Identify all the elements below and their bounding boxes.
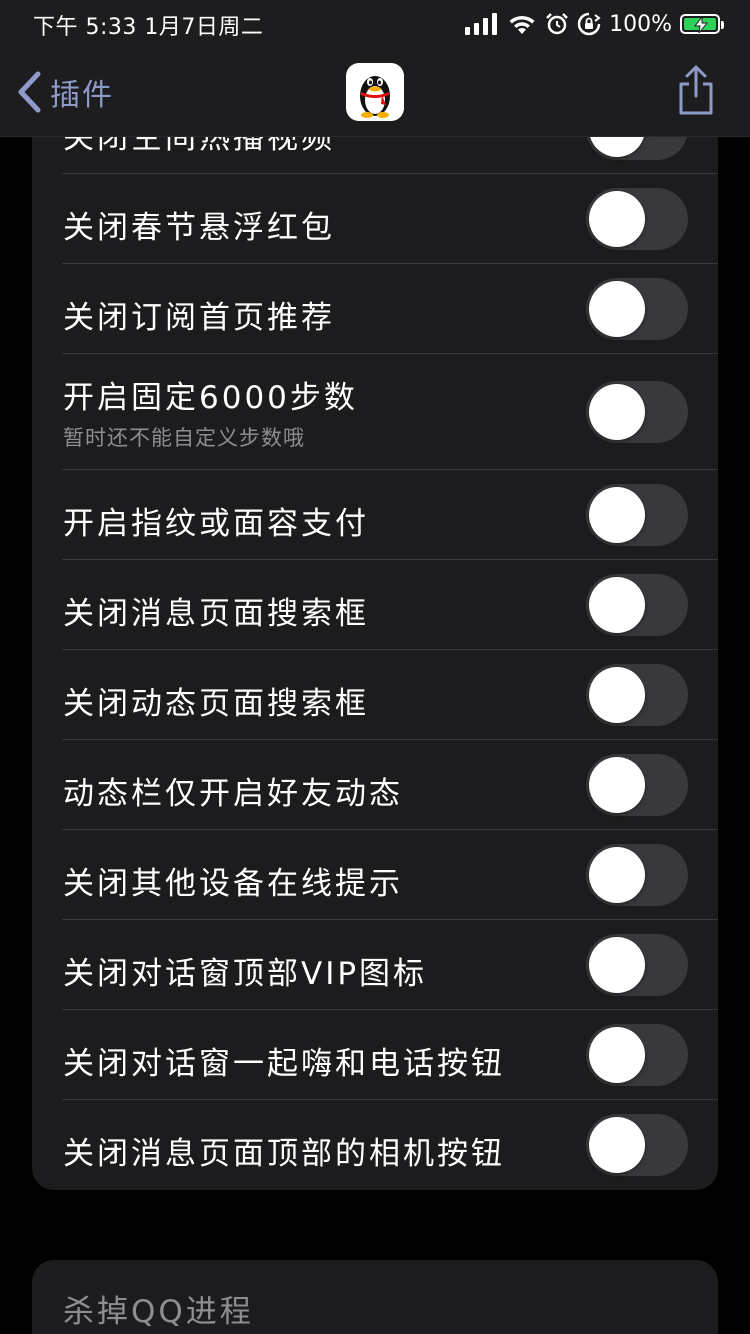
setting-row-hide-device-online: 关闭其他设备在线提示 bbox=[32, 830, 718, 920]
toggle-knob bbox=[589, 281, 645, 337]
setting-label: 动态栏仅开启好友动态 bbox=[63, 776, 403, 812]
setting-label: 关闭动态页面搜索框 bbox=[63, 686, 369, 722]
signal-icon bbox=[465, 13, 498, 35]
setting-label: 开启固定6000步数 bbox=[63, 380, 358, 416]
setting-label: 关闭春节悬浮红包 bbox=[63, 210, 335, 246]
settings-group: 关闭空间热播视频 关闭春节悬浮红包 关闭订阅首页推荐 开启固定6000步数 暂时… bbox=[32, 84, 718, 1190]
screen: 关闭空间热播视频 关闭春节悬浮红包 关闭订阅首页推荐 开启固定6000步数 暂时… bbox=[0, 0, 750, 1334]
back-label: 插件 bbox=[50, 78, 114, 113]
battery-percent: 100% bbox=[609, 11, 672, 37]
toggle-switch[interactable] bbox=[586, 754, 688, 816]
status-time: 下午 5:33 1月7日周二 bbox=[33, 15, 264, 40]
setting-row-hide-subscription-recommend: 关闭订阅首页推荐 bbox=[32, 264, 718, 354]
setting-row-fixed-steps: 开启固定6000步数 暂时还不能自定义步数哦 bbox=[32, 354, 718, 470]
setting-row-friends-only-feed: 动态栏仅开启好友动态 bbox=[32, 740, 718, 830]
setting-row-hide-feed-search: 关闭动态页面搜索框 bbox=[32, 650, 718, 740]
toggle-knob bbox=[589, 1117, 645, 1173]
setting-label: 关闭消息页面顶部的相机按钮 bbox=[63, 1136, 505, 1172]
toggle-switch[interactable] bbox=[586, 664, 688, 726]
toggle-knob bbox=[589, 577, 645, 633]
setting-row-hide-message-search: 关闭消息页面搜索框 bbox=[32, 560, 718, 650]
setting-label: 关闭订阅首页推荐 bbox=[63, 300, 335, 336]
share-button[interactable] bbox=[676, 64, 716, 116]
qq-penguin-icon bbox=[346, 63, 404, 121]
setting-label: 关闭对话窗顶部VIP图标 bbox=[63, 956, 428, 992]
alarm-icon bbox=[546, 13, 568, 35]
battery-fill bbox=[684, 17, 716, 33]
toggle-knob bbox=[589, 1027, 645, 1083]
setting-label: 关闭对话窗一起嗨和电话按钮 bbox=[63, 1046, 505, 1082]
toggle-knob bbox=[589, 757, 645, 813]
setting-row-hide-vip-icon: 关闭对话窗顶部VIP图标 bbox=[32, 920, 718, 1010]
chevron-left-icon bbox=[18, 71, 41, 113]
kill-qq-label: 杀掉QQ进程 bbox=[63, 1294, 254, 1330]
toggle-switch[interactable] bbox=[586, 381, 688, 443]
navigation-header: 下午 5:33 1月7日周二 100% 插件 bbox=[0, 0, 750, 137]
toggle-knob bbox=[589, 937, 645, 993]
setting-row-hide-spring-red-packet: 关闭春节悬浮红包 bbox=[32, 174, 718, 264]
wifi-icon bbox=[509, 15, 535, 34]
setting-label: 关闭消息页面搜索框 bbox=[63, 596, 369, 632]
toggle-knob bbox=[589, 191, 645, 247]
setting-row-biometric-pay: 开启指纹或面容支付 bbox=[32, 470, 718, 560]
back-button[interactable]: 插件 bbox=[16, 68, 114, 116]
toggle-switch[interactable] bbox=[586, 1114, 688, 1176]
battery-cap bbox=[721, 21, 724, 29]
toggle-knob bbox=[589, 667, 645, 723]
toggle-switch[interactable] bbox=[586, 844, 688, 906]
setting-row-hide-camera-button: 关闭消息页面顶部的相机按钮 bbox=[32, 1100, 718, 1190]
setting-sublabel: 暂时还不能自定义步数哦 bbox=[63, 426, 305, 450]
toggle-switch[interactable] bbox=[586, 278, 688, 340]
toggle-knob bbox=[589, 384, 645, 440]
toggle-switch[interactable] bbox=[586, 574, 688, 636]
status-bar: 下午 5:33 1月7日周二 100% bbox=[0, 0, 750, 48]
toggle-switch[interactable] bbox=[586, 1024, 688, 1086]
setting-label: 开启指纹或面容支付 bbox=[63, 506, 369, 542]
status-icons: 100% bbox=[465, 9, 724, 39]
kill-qq-button[interactable]: 杀掉QQ进程 bbox=[32, 1260, 718, 1334]
nav-bar: 插件 bbox=[0, 56, 750, 132]
orientation-lock-icon bbox=[577, 12, 601, 36]
charging-bolt-icon bbox=[694, 17, 708, 33]
toggle-switch[interactable] bbox=[586, 934, 688, 996]
setting-label: 关闭其他设备在线提示 bbox=[63, 866, 403, 902]
toggle-switch[interactable] bbox=[586, 484, 688, 546]
setting-row-hide-chat-buttons: 关闭对话窗一起嗨和电话按钮 bbox=[32, 1010, 718, 1100]
toggle-switch[interactable] bbox=[586, 188, 688, 250]
toggle-knob bbox=[589, 847, 645, 903]
share-icon bbox=[679, 65, 713, 115]
battery-icon bbox=[680, 14, 724, 34]
toggle-knob bbox=[589, 487, 645, 543]
